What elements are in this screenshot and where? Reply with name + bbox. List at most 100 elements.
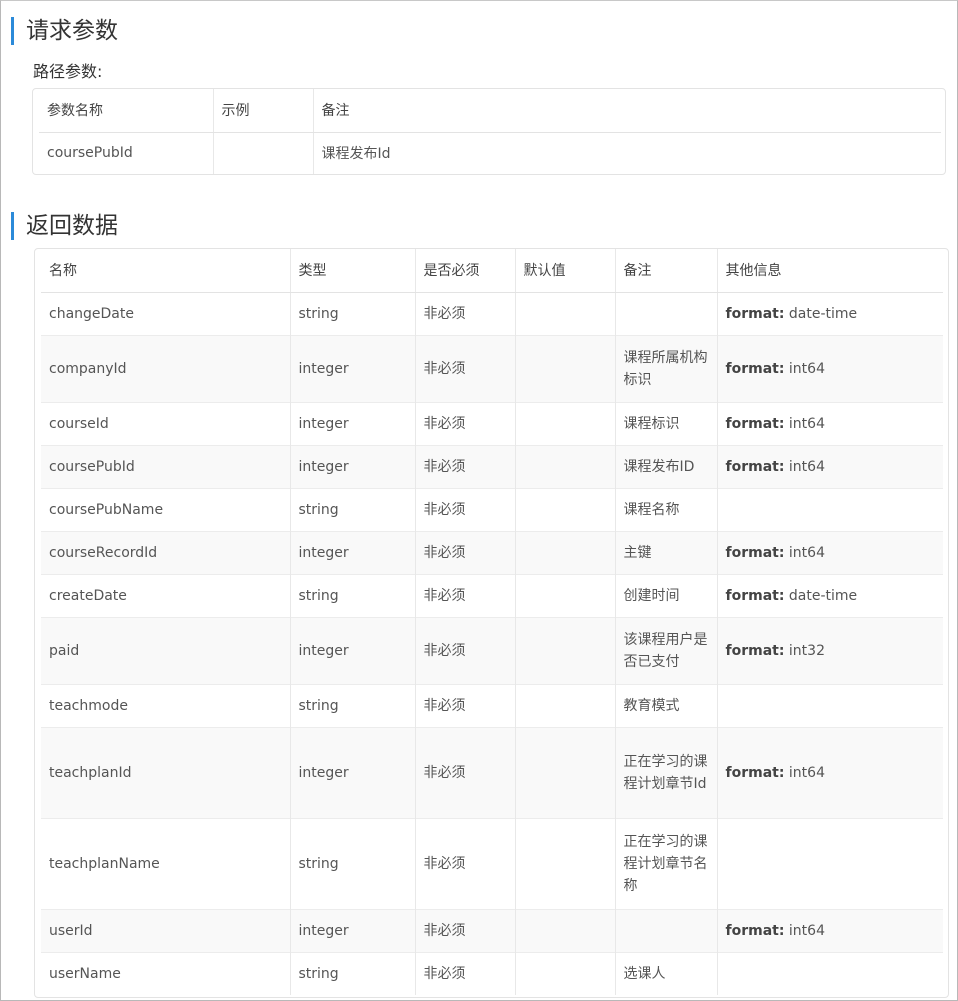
field-note-cell: 该课程用户是否已支付: [615, 616, 718, 684]
field-required-cell: 非必须: [415, 951, 516, 995]
table-row: changeDate string 非必须 format: date-time: [41, 291, 943, 335]
field-note-cell: 创建时间: [615, 573, 718, 617]
header-param-name: 参数名称: [39, 89, 214, 133]
field-note-cell: 主键: [615, 530, 718, 574]
field-type-cell: integer: [290, 530, 416, 574]
format-key: format:: [725, 458, 785, 475]
field-info-cell: format: int64: [717, 530, 943, 574]
field-default-cell: [515, 530, 616, 574]
format-key: format:: [725, 587, 785, 604]
response-data-table: 名称 类型 是否必须 默认值 备注 其他信息 changeDate string 非…: [41, 249, 943, 995]
field-required-cell: 非必须: [415, 817, 516, 909]
table-row: userName string 非必须 选课人: [41, 951, 943, 995]
field-default-cell: [515, 817, 616, 909]
field-required-cell: 非必须: [415, 616, 516, 684]
format-value: int32: [788, 642, 825, 659]
format-key: format:: [725, 360, 785, 377]
format-key: format:: [725, 922, 785, 939]
field-default-cell: [515, 726, 616, 818]
path-params-label: 路径参数:: [33, 62, 103, 81]
field-required-cell: 非必须: [415, 401, 516, 445]
field-info-cell: [717, 951, 943, 995]
header-example: 示例: [213, 89, 314, 133]
field-name-cell: coursePubName: [41, 487, 291, 531]
field-type-cell: string: [290, 951, 416, 995]
field-info-cell: [717, 683, 943, 727]
field-type-cell: integer: [290, 444, 416, 488]
field-info-cell: format: int64: [717, 444, 943, 488]
field-required-cell: 非必须: [415, 291, 516, 335]
field-note-cell: 课程标识: [615, 401, 718, 445]
request-params-title: 请求参数: [11, 17, 118, 45]
field-name-cell: paid: [41, 616, 291, 684]
field-info-cell: format: int64: [717, 334, 943, 402]
field-note-cell: 教育模式: [615, 683, 718, 727]
field-type-cell: integer: [290, 401, 416, 445]
response-data-card: 名称 类型 是否必须 默认值 备注 其他信息 changeDate string 非…: [34, 248, 949, 998]
field-name-cell: courseId: [41, 401, 291, 445]
field-name-cell: teachplanId: [41, 726, 291, 818]
table-row: companyId integer 非必须 课程所属机构标识 format: int64: [41, 334, 943, 402]
table-row: createDate string 非必须 创建时间 format: date-time: [41, 573, 943, 617]
field-default-cell: [515, 908, 616, 952]
field-default-cell: [515, 291, 616, 335]
field-name-cell: coursePubId: [41, 444, 291, 488]
field-info-cell: format: date-time: [717, 291, 943, 335]
format-value: date-time: [788, 305, 858, 322]
field-required-cell: 非必须: [415, 487, 516, 531]
table-row: teachplanName string 非必须 正在学习的课程计划章节名称: [41, 817, 943, 909]
field-required-cell: 非必须: [415, 334, 516, 402]
field-name-cell: userName: [41, 951, 291, 995]
field-note-cell: [615, 908, 718, 952]
field-note-cell: 选课人: [615, 951, 718, 995]
page-frame: 请求参数 路径参数: 参数名称 示例 备注 coursePubId 课程发布Id: [0, 0, 958, 1001]
field-info-cell: format: int64: [717, 401, 943, 445]
field-type-cell: integer: [290, 334, 416, 402]
path-params-table: 参数名称 示例 备注 coursePubId 课程发布Id: [39, 89, 941, 174]
field-type-cell: integer: [290, 726, 416, 818]
table-row: userId integer 非必须 format: int64: [41, 908, 943, 952]
format-value: date-time: [788, 587, 858, 604]
field-note-cell: [615, 291, 718, 335]
field-default-cell: [515, 683, 616, 727]
table-row: coursePubId integer 非必须 课程发布ID format: int64: [41, 444, 943, 488]
field-name-cell: teachplanName: [41, 817, 291, 909]
field-default-cell: [515, 573, 616, 617]
field-name-cell: userId: [41, 908, 291, 952]
param-name-cell: coursePubId: [39, 132, 214, 174]
field-required-cell: 非必须: [415, 908, 516, 952]
field-type-cell: string: [290, 817, 416, 909]
path-params-card: 参数名称 示例 备注 coursePubId 课程发布Id: [32, 88, 946, 175]
field-type-cell: integer: [290, 908, 416, 952]
field-name-cell: teachmode: [41, 683, 291, 727]
field-required-cell: 非必须: [415, 683, 516, 727]
field-default-cell: [515, 334, 616, 402]
table-row: coursePubId 课程发布Id: [39, 132, 941, 174]
header-other-info: 其他信息: [717, 249, 943, 293]
header-note: 备注: [615, 249, 718, 293]
param-note-cell: 课程发布Id: [321, 146, 391, 163]
field-info-cell: [717, 817, 943, 909]
table-header-row: 参数名称 示例 备注: [39, 89, 941, 133]
field-required-cell: 非必须: [415, 530, 516, 574]
format-value: int64: [788, 764, 825, 781]
format-key: format:: [725, 544, 785, 561]
field-required-cell: 非必须: [415, 573, 516, 617]
header-default: 默认值: [515, 249, 616, 293]
header-note: 备注: [313, 89, 941, 133]
field-type-cell: string: [290, 683, 416, 727]
field-type-cell: string: [290, 487, 416, 531]
format-key: format:: [725, 764, 785, 781]
field-default-cell: [515, 951, 616, 995]
field-default-cell: [515, 444, 616, 488]
field-name-cell: courseRecordId: [41, 530, 291, 574]
field-note-cell: 正在学习的课程计划章节名称: [615, 817, 718, 909]
format-value: int64: [788, 544, 825, 561]
field-info-cell: format: int64: [717, 726, 943, 818]
response-data-title: 返回数据: [11, 212, 118, 240]
table-header-row: 名称 类型 是否必须 默认值 备注 其他信息: [41, 249, 943, 293]
format-key: format:: [725, 642, 785, 659]
field-info-cell: [717, 487, 943, 531]
field-note-cell: 课程所属机构标识: [615, 334, 718, 402]
field-required-cell: 非必须: [415, 444, 516, 488]
